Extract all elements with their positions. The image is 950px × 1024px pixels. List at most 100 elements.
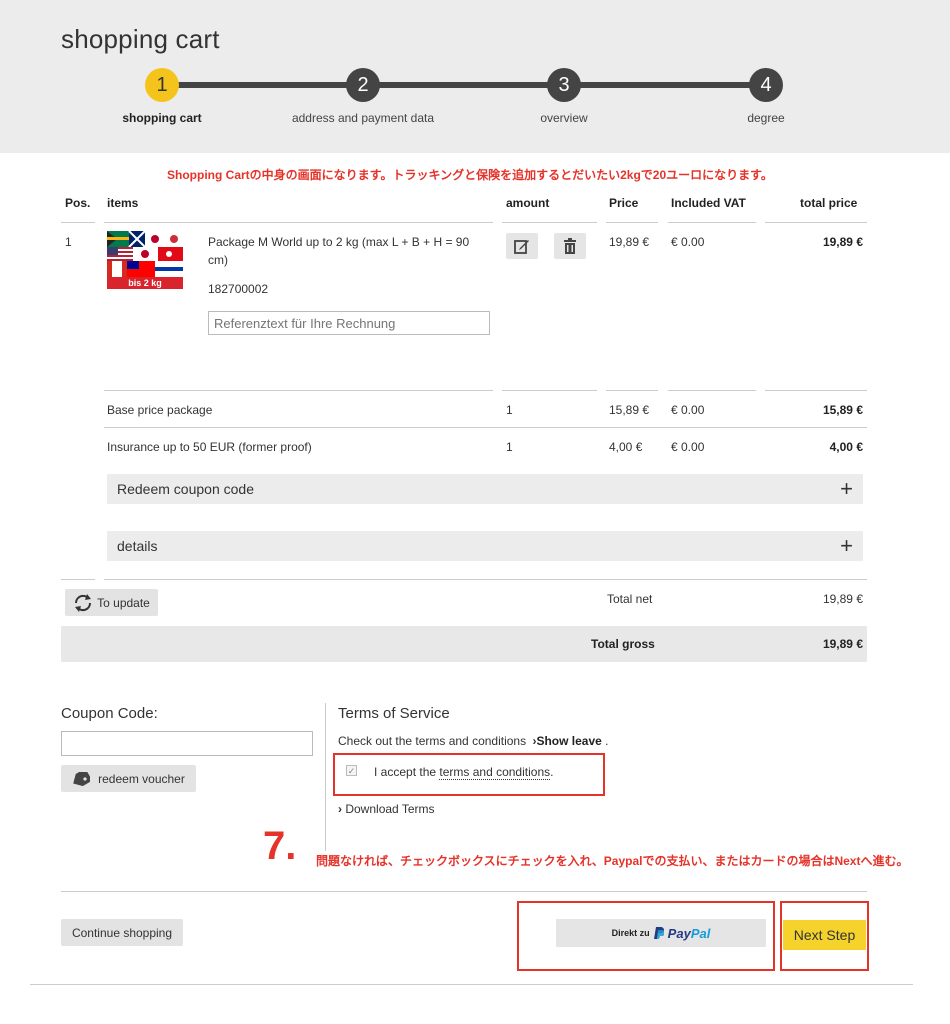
show-leave-link[interactable]: Show leave <box>536 734 601 748</box>
step-1-label: shopping cart <box>122 111 202 125</box>
subrow-base-amount: 1 <box>506 403 513 417</box>
product-sku: 182700002 <box>208 282 269 296</box>
divider <box>668 222 756 223</box>
accept-suffix: . <box>550 765 554 779</box>
step-4-label: degree <box>747 111 785 125</box>
refresh-icon <box>75 593 92 612</box>
subrow-insurance-label: Insurance up to 50 EUR (former proof) <box>107 440 312 454</box>
product-image-band: bis 2 kg <box>107 277 183 289</box>
footer-divider <box>30 984 913 985</box>
divider <box>104 579 867 580</box>
col-header-amount: amount <box>506 196 550 210</box>
plus-icon: + <box>840 533 853 558</box>
download-terms-label: Download Terms <box>345 802 435 816</box>
delete-button[interactable] <box>554 233 586 259</box>
tos-title: Terms of Service <box>338 705 450 722</box>
tos-check-text: Check out the terms and conditions <box>338 734 527 748</box>
chevron-right-icon: › <box>338 802 342 816</box>
step-3-circle: 3 <box>547 68 581 102</box>
col-header-vat: Included VAT <box>671 196 746 210</box>
divider <box>502 390 597 391</box>
divider <box>668 390 756 391</box>
paypal-brand-1: Pay <box>667 925 691 941</box>
edit-button[interactable] <box>506 233 538 259</box>
subrow-insurance-vat: € 0.00 <box>671 440 705 454</box>
divider <box>606 222 658 223</box>
product-name: Package M World up to 2 kg (max L + B + … <box>208 235 470 267</box>
subrow-insurance-amount: 1 <box>506 440 513 454</box>
accept-prefix: I accept the <box>374 765 437 779</box>
next-step-button[interactable]: Next Step <box>783 920 866 950</box>
accept-terms-checkbox[interactable]: ✓ <box>346 765 357 776</box>
subrow-insurance-total: 4,00 € <box>829 440 863 454</box>
checkmark-icon: ✓ <box>347 766 356 776</box>
paypal-button[interactable]: Direkt zu PayPal <box>556 919 766 947</box>
item-vat: € 0.00 <box>671 235 705 249</box>
item-total: 19,89 € <box>822 235 863 249</box>
redeem-coupon-accordion[interactable]: Redeem coupon code + <box>107 474 863 504</box>
details-accordion[interactable]: details + <box>107 531 863 561</box>
col-header-pos: Pos. <box>65 196 91 210</box>
step-4-circle: 4 <box>749 68 783 102</box>
subrow-insurance-price: 4,00 € <box>609 440 643 454</box>
divider <box>61 222 95 223</box>
subrow-base-label: Base price package <box>107 403 213 417</box>
step-3-label: overview <box>540 111 588 125</box>
tos-check-line: Check out the terms and conditions ›Show… <box>338 734 609 748</box>
trash-icon <box>564 238 576 254</box>
divider <box>502 222 597 223</box>
subrow-base-total: 15,89 € <box>822 403 863 417</box>
col-header-items: items <box>107 196 139 210</box>
terms-link[interactable]: terms and conditions <box>439 765 551 780</box>
step-2-circle: 2 <box>346 68 380 102</box>
total-net-value: 19,89 € <box>822 592 863 606</box>
accept-terms-line: I accept the terms and conditions. <box>374 765 554 780</box>
redeem-voucher-label: redeem voucher <box>98 771 185 786</box>
step-progress-bar <box>162 82 766 88</box>
vertical-divider <box>325 703 326 851</box>
edit-icon <box>514 240 529 254</box>
item-price: 19,89 € <box>609 235 650 249</box>
details-label: details <box>117 538 158 554</box>
divider <box>61 891 867 892</box>
total-gross-row: Total gross 19,89 € <box>61 626 867 662</box>
total-gross-label: Total gross <box>591 637 655 651</box>
product-image: bis 2 kg <box>107 231 183 289</box>
reference-text-input[interactable] <box>208 311 490 335</box>
paypal-logo-icon <box>653 927 664 939</box>
col-header-total: total price <box>800 196 858 210</box>
continue-shopping-button[interactable]: Continue shopping <box>61 919 183 946</box>
annotation-bottom-note: 問題なければ、チェックボックスにチェックを入れ、Paypalでの支払い、またはカ… <box>316 854 909 868</box>
divider <box>104 222 493 223</box>
total-net-label: Total net <box>607 592 653 606</box>
page-title: shopping cart <box>61 24 220 54</box>
item-position: 1 <box>65 235 72 249</box>
divider <box>765 222 867 223</box>
update-button[interactable]: To update <box>65 589 158 616</box>
subrow-base-vat: € 0.00 <box>671 403 705 417</box>
redeem-coupon-label: Redeem coupon code <box>117 481 254 497</box>
divider <box>104 427 867 428</box>
download-terms-link[interactable]: › Download Terms <box>338 802 435 816</box>
tos-period: . <box>605 734 609 748</box>
annotation-step-number: 7. <box>263 824 297 868</box>
col-header-price: Price <box>609 196 639 210</box>
step-2-label: address and payment data <box>291 111 435 125</box>
coupon-code-label: Coupon Code: <box>61 705 158 722</box>
divider <box>765 390 867 391</box>
plus-icon: + <box>840 476 853 501</box>
subrow-base-price: 15,89 € <box>609 403 650 417</box>
divider <box>606 390 658 391</box>
total-gross-value: 19,89 € <box>822 637 863 651</box>
step-1-circle: 1 <box>145 68 179 102</box>
checkout-header: shopping cart 1 2 3 4 shopping cart addr… <box>0 0 950 153</box>
divider <box>104 390 493 391</box>
coupon-code-input[interactable] <box>61 731 313 756</box>
annotation-top-note: Shopping Cartの中身の画面になります。トラッキングと保険を追加すると… <box>167 168 773 182</box>
redeem-voucher-button[interactable]: redeem voucher <box>61 765 196 792</box>
divider <box>61 579 95 580</box>
update-button-label: To update <box>97 595 150 610</box>
paypal-brand-2: Pal <box>690 925 711 941</box>
paypal-prefix: Direkt zu <box>611 928 650 938</box>
ticket-icon <box>73 771 91 786</box>
